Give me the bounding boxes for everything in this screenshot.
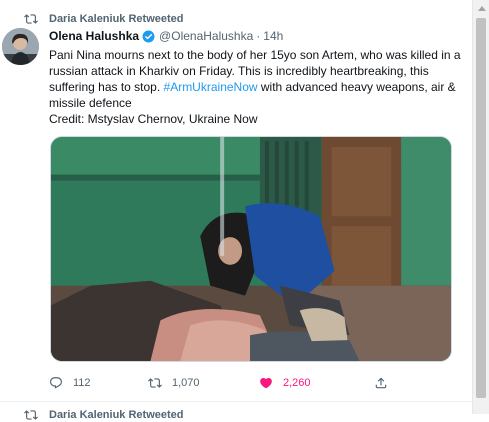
tweet-actions: 112 1,070 2,260 — [49, 374, 439, 392]
retweet-banner-label[interactable]: Daria Kaleniuk Retweeted — [49, 13, 184, 25]
reply-button[interactable]: 112 — [49, 374, 91, 392]
scroll-up-arrow-icon[interactable] — [478, 6, 486, 11]
retweet-button[interactable]: 1,070 — [148, 374, 200, 392]
avatar[interactable] — [2, 28, 39, 65]
author-name[interactable]: Olena Halushka — [49, 29, 139, 43]
tweet[interactable]: Daria Kaleniuk Retweeted Olena Halushka … — [0, 0, 472, 421]
retweet-icon — [148, 378, 162, 388]
tweet-header: Olena Halushka @OlenaHalushka · 14h — [49, 29, 283, 43]
like-button[interactable]: 2,260 — [259, 374, 311, 392]
author-handle[interactable]: @OlenaHalushka — [159, 29, 253, 43]
share-button[interactable] — [374, 374, 398, 392]
hashtag-link[interactable]: #ArmUkraineNow — [164, 80, 258, 94]
vertical-scrollbar[interactable] — [472, 0, 489, 414]
verified-badge-icon — [142, 30, 155, 42]
photo-illustration — [51, 137, 451, 361]
share-icon — [375, 377, 387, 389]
avatar-photo — [2, 28, 39, 65]
scroll-thumb[interactable] — [476, 18, 486, 398]
heart-icon — [260, 378, 272, 389]
retweet-icon — [24, 14, 38, 24]
tweet-photo[interactable] — [50, 136, 452, 362]
retweet-icon — [24, 410, 38, 420]
tweet-text: Pani Nina mourns next to the body of her… — [49, 47, 464, 127]
retweet-count: 1,070 — [172, 377, 200, 389]
tweet-credit: Credit: Mstyslav Chernov, Ukraine Now — [49, 112, 258, 126]
tweet-body: Pani Nina mourns next to the body of her… — [49, 47, 464, 111]
retweet-banner: Daria Kaleniuk Retweeted — [24, 11, 184, 27]
next-retweet-label[interactable]: Daria Kaleniuk Retweeted — [49, 409, 184, 421]
like-count: 2,260 — [283, 377, 311, 389]
next-retweet-banner: Daria Kaleniuk Retweeted — [24, 408, 184, 422]
tweet-divider — [0, 401, 472, 402]
reply-count: 112 — [73, 377, 91, 389]
timestamp[interactable]: 14h — [263, 29, 283, 43]
separator-dot: · — [256, 29, 261, 43]
reply-icon — [50, 377, 62, 389]
